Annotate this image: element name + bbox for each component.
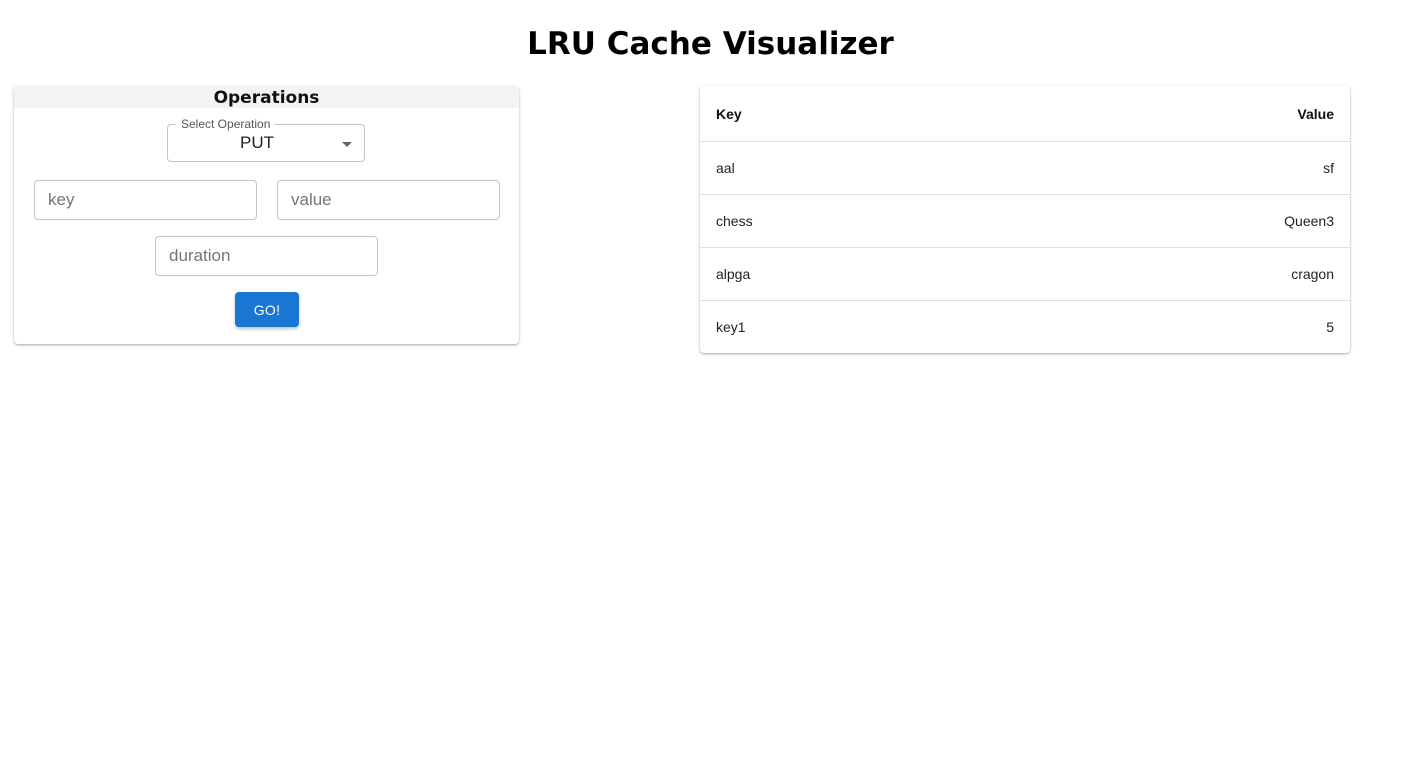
table-row: aal sf [700, 141, 1350, 195]
value-input[interactable] [277, 180, 500, 220]
operations-title: Operations [14, 86, 519, 108]
row-key-cell: key1 [716, 319, 746, 335]
row-value-cell: sf [996, 141, 1350, 195]
row-key-cell: alpga [700, 247, 997, 301]
row-key-cell: aal [700, 141, 997, 195]
row-value-cell: 5 [1326, 319, 1334, 335]
key-input[interactable] [34, 180, 257, 220]
row-key-cell: chess [700, 194, 997, 248]
page-title: LRU Cache Visualizer [527, 26, 894, 62]
table-row: alpga cragon [700, 247, 1350, 301]
value-column-header: Value [996, 86, 1350, 142]
operations-panel: Operations Select Operation PUT GO! [14, 86, 519, 344]
operation-select-label: Select Operation [176, 116, 276, 132]
operation-select-value: PUT [240, 133, 274, 152]
row-value-cell: Queen3 [996, 194, 1350, 248]
table-row: key1 5 [700, 301, 1350, 354]
dropdown-arrow-icon [342, 142, 352, 147]
key-column-header: Key [700, 86, 997, 142]
cache-table: Key Value aal sf chess Queen3 alpga crag… [700, 86, 1350, 353]
row-value-cell: cragon [996, 247, 1350, 301]
duration-input[interactable] [155, 236, 378, 276]
operation-select[interactable]: Select Operation PUT [167, 116, 365, 162]
go-button[interactable]: GO! [235, 292, 299, 327]
table-row: chess Queen3 [700, 194, 1350, 248]
cache-table-card: Key Value aal sf chess Queen3 alpga crag… [700, 86, 1350, 353]
table-header-row: Key Value [700, 86, 1350, 142]
